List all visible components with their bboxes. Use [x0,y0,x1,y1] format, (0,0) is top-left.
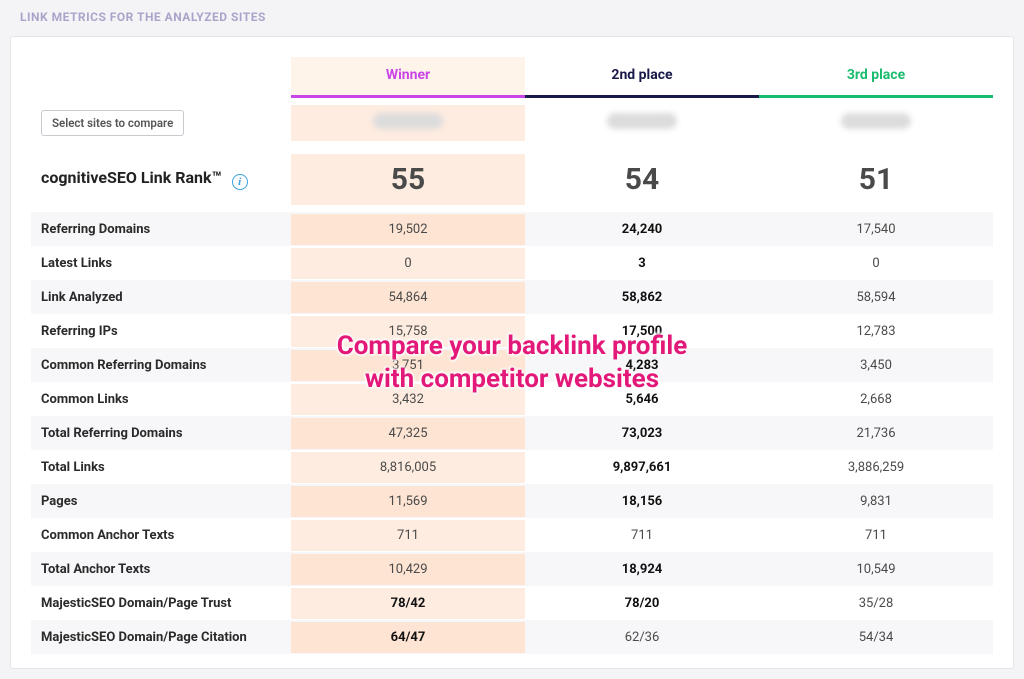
metric-value-winner: 3,432 [291,384,525,415]
metric-value-third: 3,450 [759,350,993,381]
table-row: Total Anchor Texts10,42918,92410,549 [31,552,993,586]
metric-value-second: 62/36 [525,622,759,653]
metric-value-third: 58,594 [759,282,993,313]
metrics-table: Select sites to compare cognitiveSEO Lin… [31,100,993,654]
table-row: Pages11,56918,1569,831 [31,484,993,518]
site-cell-winner [291,105,525,141]
column-headers: Winner 2nd place 3rd place [291,57,993,98]
metric-value-third: 2,668 [759,384,993,415]
metric-value-second: 24,240 [525,214,759,245]
metric-value-third: 10,549 [759,554,993,585]
metric-value-second: 18,924 [525,554,759,585]
metric-value-winner: 15,758 [291,316,525,347]
info-icon[interactable]: i [232,174,248,190]
metric-name: Referring IPs [31,316,291,347]
metric-value-third: 9,831 [759,486,993,517]
table-row: Total Referring Domains47,32573,02321,73… [31,416,993,450]
site-row: Select sites to compare [31,100,993,146]
column-header-winner[interactable]: Winner [291,57,525,98]
metric-value-second: 9,897,661 [525,452,759,483]
link-rank-row: cognitiveSEO Link Rank™ i 55 54 51 [31,146,993,212]
metric-value-winner: 54,864 [291,282,525,313]
metric-value-winner: 64/47 [291,622,525,653]
column-header-third[interactable]: 3rd place [759,57,993,98]
metric-value-winner: 0 [291,248,525,279]
metric-value-second: 58,862 [525,282,759,313]
metric-name: Total Anchor Texts [31,554,291,585]
metric-value-third: 3,886,259 [759,452,993,483]
metric-value-third: 12,783 [759,316,993,347]
table-row: Referring IPs15,75817,50012,783 [31,314,993,348]
metric-value-second: 73,023 [525,418,759,449]
metric-value-winner: 11,569 [291,486,525,517]
metric-value-second: 5,646 [525,384,759,415]
site-cell-third [759,105,993,141]
metric-name: MajesticSEO Domain/Page Trust [31,588,291,619]
metric-name: Link Analyzed [31,282,291,313]
metric-value-second: 4,283 [525,350,759,381]
metric-value-third: 0 [759,248,993,279]
metric-value-third: 54/34 [759,622,993,653]
metrics-card: Winner 2nd place 3rd place Select sites … [10,36,1014,669]
table-row: Common Referring Domains3,7514,2833,450 [31,348,993,382]
blurred-site-third [841,113,911,129]
link-rank-label: cognitiveSEO Link Rank™ [41,168,222,187]
metric-name: MajesticSEO Domain/Page Citation [31,622,291,653]
rank-value-second: 54 [525,154,759,205]
metric-name: Common Links [31,384,291,415]
metric-value-winner: 47,325 [291,418,525,449]
site-cell-second [525,105,759,141]
table-row: Link Analyzed54,86458,86258,594 [31,280,993,314]
metric-value-third: 21,736 [759,418,993,449]
metric-value-winner: 3,751 [291,350,525,381]
metric-name: Total Links [31,452,291,483]
table-row: MajesticSEO Domain/Page Citation64/4762/… [31,620,993,654]
metric-value-second: 3 [525,248,759,279]
metric-value-third: 35/28 [759,588,993,619]
metric-value-winner: 78/42 [291,588,525,619]
metric-name: Total Referring Domains [31,418,291,449]
metric-name: Latest Links [31,248,291,279]
metric-value-third: 711 [759,520,993,551]
metric-value-second: 18,156 [525,486,759,517]
metric-value-winner: 10,429 [291,554,525,585]
metric-value-second: 78/20 [525,588,759,619]
metric-value-winner: 711 [291,520,525,551]
metric-value-third: 17,540 [759,214,993,245]
select-sites-button[interactable]: Select sites to compare [41,110,184,136]
metric-value-second: 711 [525,520,759,551]
metric-name: Common Referring Domains [31,350,291,381]
rank-value-winner: 55 [291,154,525,205]
table-row: Total Links8,816,0059,897,6613,886,259 [31,450,993,484]
blurred-site-second [607,113,677,129]
metric-name: Pages [31,486,291,517]
table-row: Common Links3,4325,6462,668 [31,382,993,416]
table-row: Latest Links030 [31,246,993,280]
metric-name: Common Anchor Texts [31,520,291,551]
table-row: Common Anchor Texts711711711 [31,518,993,552]
section-title: LINK METRICS FOR THE ANALYZED SITES [10,0,1014,36]
metric-name: Referring Domains [31,214,291,245]
column-header-second[interactable]: 2nd place [525,57,759,98]
metric-value-winner: 8,816,005 [291,452,525,483]
rank-value-third: 51 [759,154,993,205]
table-row: Referring Domains19,50224,24017,540 [31,212,993,246]
blurred-site-winner [373,113,443,129]
table-row: MajesticSEO Domain/Page Trust78/4278/203… [31,586,993,620]
metric-value-winner: 19,502 [291,214,525,245]
metric-value-second: 17,500 [525,316,759,347]
